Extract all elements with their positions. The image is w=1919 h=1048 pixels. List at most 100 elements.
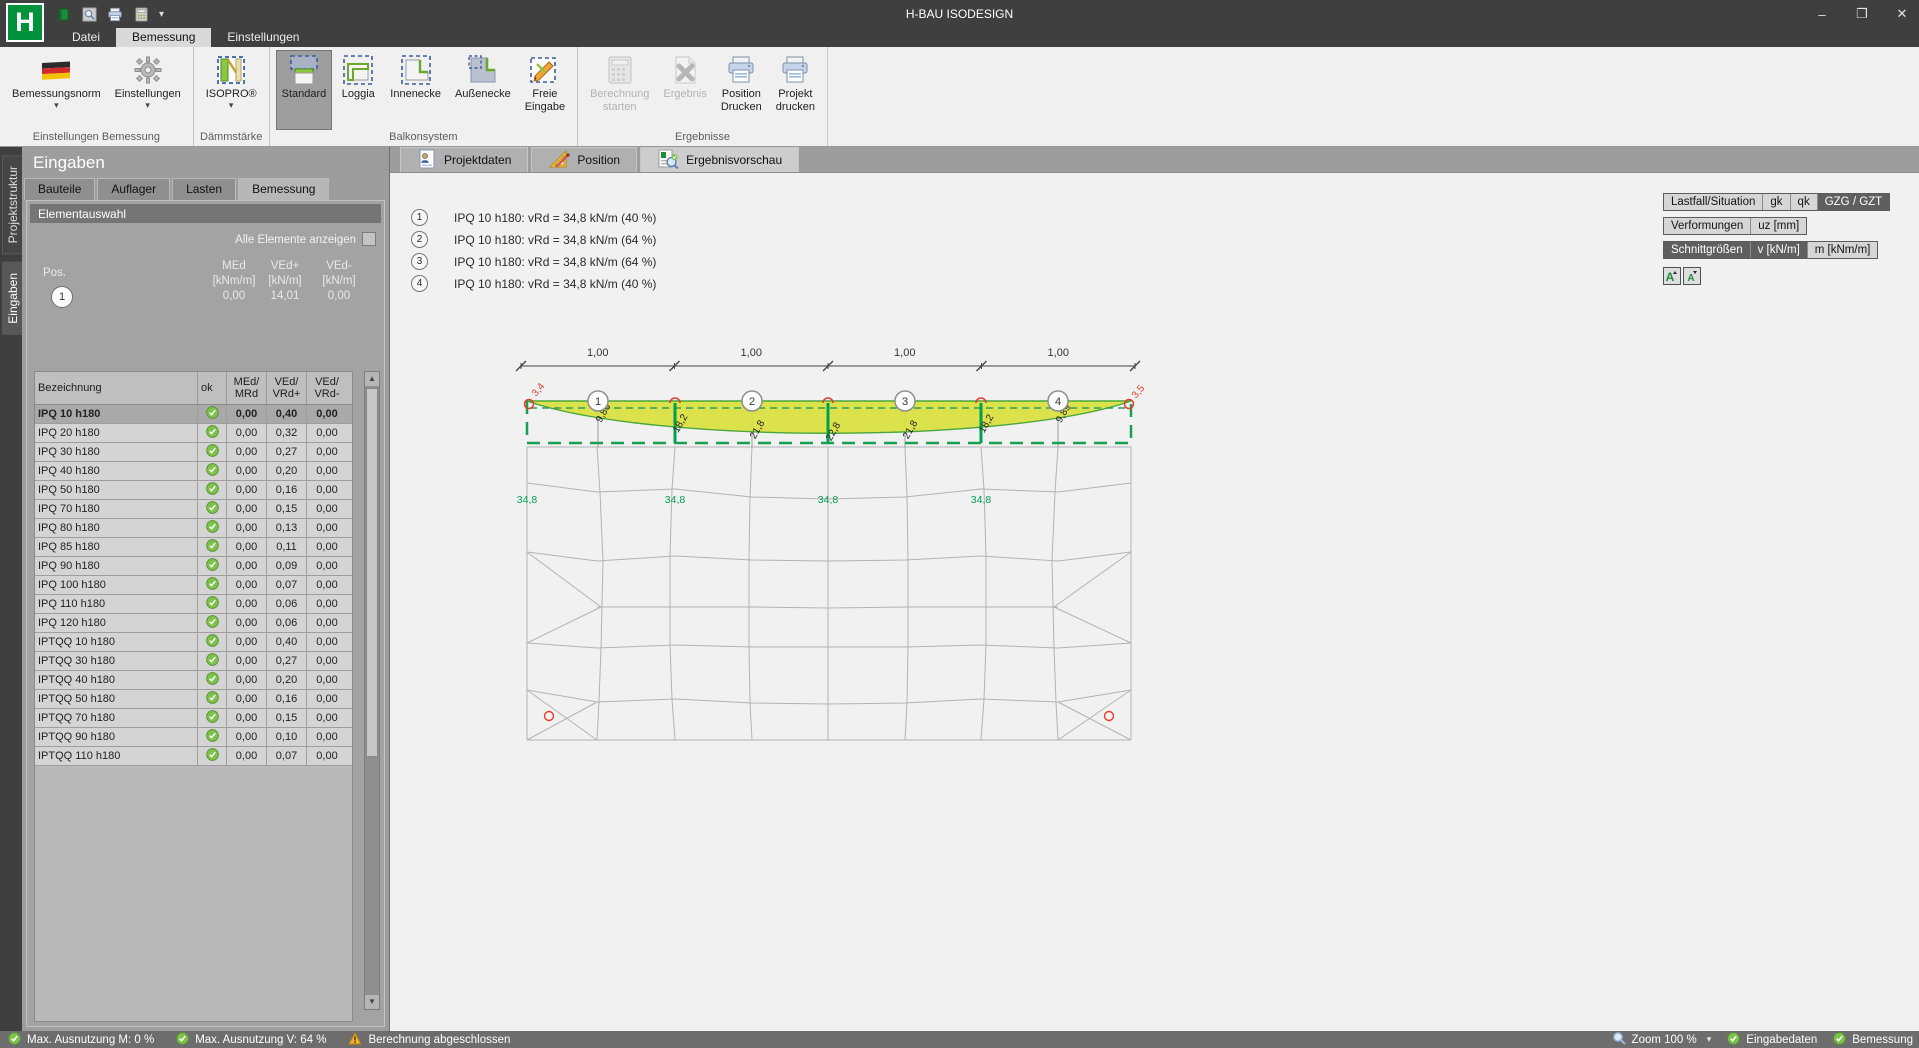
panel-title: Eingaben: [33, 153, 105, 173]
panel-tab-bemessung[interactable]: Bemessung: [238, 178, 329, 200]
cell-bezeichnung: IPQ 120 h180: [35, 614, 198, 632]
app-logo[interactable]: H: [6, 3, 44, 42]
status-dropdown-icon[interactable]: ▾: [1707, 1034, 1712, 1045]
panel-tab-auflager[interactable]: Auflager: [97, 178, 170, 200]
panel-tab-bauteile[interactable]: Bauteile: [24, 178, 95, 200]
panel-tab-lasten[interactable]: Lasten: [172, 178, 236, 200]
minimize-button[interactable]: –: [1815, 7, 1829, 22]
table-row[interactable]: IPQ 85 h1800,000,110,00: [35, 538, 352, 557]
check-icon: [206, 691, 219, 707]
result-text: IPQ 10 h180: vRd = 34,8 kN/m (40 %): [454, 211, 656, 225]
table-row[interactable]: IPQ 40 h1800,000,200,00: [35, 462, 352, 481]
table-row[interactable]: IPQ 30 h1800,000,270,00: [35, 443, 352, 462]
svg-text:9,86: 9,86: [594, 402, 613, 425]
cell-bezeichnung: IPTQQ 40 h180: [35, 671, 198, 689]
window-title: H-BAU ISODESIGN: [0, 7, 1919, 21]
close-button[interactable]: ✕: [1895, 6, 1909, 22]
status-text: Max. Ausnutzung V: 64 %: [195, 1034, 326, 1046]
table-scrollbar[interactable]: ▲ ▼: [364, 371, 380, 1010]
check-icon: [206, 710, 219, 726]
cell-ved-vrdminus: 0,00: [307, 462, 347, 480]
ribbon-button-isopro®[interactable]: ISOPRO®▾: [200, 50, 263, 130]
side-tab-eingaben[interactable]: Eingaben: [2, 262, 24, 335]
restore-button[interactable]: ❐: [1855, 6, 1869, 22]
scroll-down-icon[interactable]: ▼: [365, 995, 379, 1009]
dropdown-caret-icon: ▾: [229, 101, 234, 109]
ribbon-button-projekt-drucken[interactable]: Projektdrucken: [770, 50, 821, 130]
table-row[interactable]: IPQ 110 h1800,000,060,00: [35, 595, 352, 614]
cell-ved-vrdplus: 0,09: [267, 557, 307, 575]
ribbon-button-au-enecke[interactable]: Außenecke: [449, 50, 517, 130]
table-row[interactable]: IPQ 80 h1800,000,130,00: [35, 519, 352, 538]
cell-ok: [198, 690, 227, 708]
result-list-item[interactable]: 3IPQ 10 h180: vRd = 34,8 kN/m (64 %): [411, 253, 656, 270]
view-option-uz-mm-[interactable]: uz [mm]: [1751, 218, 1806, 234]
table-row[interactable]: IPQ 10 h1800,000,400,00: [35, 405, 352, 424]
table-row[interactable]: IPQ 70 h1800,000,150,00: [35, 500, 352, 519]
doc-tab-position[interactable]: Position: [531, 147, 637, 172]
ribbon-tab-datei[interactable]: Datei: [56, 28, 116, 47]
ribbon-button-innenecke[interactable]: Innenecke: [384, 50, 447, 130]
ribbon-button-standard[interactable]: Standard: [276, 50, 333, 130]
table-row[interactable]: IPQ 50 h1800,000,160,00: [35, 481, 352, 500]
cell-ved-vrdplus: 0,06: [267, 614, 307, 632]
pos-column-ved-: VEd-[kN/m]0,00: [304, 259, 374, 304]
status-item: Max. Ausnutzung V: 64 %: [176, 1032, 326, 1048]
check-icon: [206, 615, 219, 631]
cell-med-mrd: 0,00: [227, 709, 267, 727]
column-header: MEd/MRd: [227, 372, 267, 404]
table-row[interactable]: IPQ 100 h1800,000,070,00: [35, 576, 352, 595]
font-decrease-button[interactable]: A: [1683, 267, 1701, 285]
cell-med-mrd: 0,00: [227, 671, 267, 689]
table-row[interactable]: IPTQQ 90 h1800,000,100,00: [35, 728, 352, 747]
result-list-item[interactable]: 2IPQ 10 h180: vRd = 34,8 kN/m (64 %): [411, 231, 656, 248]
svg-text:9,89: 9,89: [1054, 402, 1073, 425]
table-row[interactable]: IPTQQ 70 h1800,000,150,00: [35, 709, 352, 728]
cell-ok: [198, 671, 227, 689]
scroll-up-icon[interactable]: ▲: [365, 372, 379, 386]
check-icon: [8, 1032, 21, 1048]
ribbon-button-freie-eingabe[interactable]: FreieEingabe: [519, 50, 571, 130]
view-option-qk[interactable]: qk: [1791, 194, 1818, 210]
scroll-thumb[interactable]: [366, 388, 378, 757]
table-row[interactable]: IPQ 20 h1800,000,320,00: [35, 424, 352, 443]
check-icon: [1727, 1032, 1740, 1048]
view-option-m-knm-m-[interactable]: m [kNm/m]: [1808, 242, 1878, 258]
ribbon-tab-einstellungen[interactable]: Einstellungen: [211, 28, 315, 47]
side-tab-projektstruktur[interactable]: Projektstruktur: [2, 155, 24, 254]
show-all-checkbox[interactable]: [362, 232, 376, 246]
cell-bezeichnung: IPQ 30 h180: [35, 443, 198, 461]
table-row[interactable]: IPTQQ 50 h1800,000,160,00: [35, 690, 352, 709]
check-icon: [176, 1032, 189, 1048]
ribbon-button-bemessungsnorm[interactable]: Bemessungsnorm▾: [6, 50, 107, 130]
ribbon-button-loggia[interactable]: Loggia: [334, 50, 382, 130]
table-row[interactable]: IPQ 90 h1800,000,090,00: [35, 557, 352, 576]
result-list-item[interactable]: 1IPQ 10 h180: vRd = 34,8 kN/m (40 %): [411, 209, 656, 226]
ribbon-button-position-drucken[interactable]: PositionDrucken: [715, 50, 768, 130]
position-number-badge[interactable]: 1: [51, 286, 73, 308]
doc-tab-projektdaten[interactable]: Projektdaten: [400, 147, 528, 172]
ribbon-tab-bemessung[interactable]: Bemessung: [116, 28, 211, 47]
result-text: IPQ 10 h180: vRd = 34,8 kN/m (64 %): [454, 233, 656, 247]
table-row[interactable]: IPTQQ 40 h1800,000,200,00: [35, 671, 352, 690]
cell-ved-vrdplus: 0,15: [267, 500, 307, 518]
view-option-gzg-gzt[interactable]: GZG / GZT: [1818, 194, 1890, 210]
ribbon-button-einstellungen[interactable]: Einstellungen▾: [109, 50, 187, 130]
cell-ved-vrdplus: 0,16: [267, 481, 307, 499]
cell-ok: [198, 633, 227, 651]
cell-ved-vrdminus: 0,00: [307, 595, 347, 613]
cell-ok: [198, 538, 227, 556]
view-control-row: Verformungenuz [mm]: [1663, 217, 1807, 235]
cell-ved-vrdminus: 0,00: [307, 728, 347, 746]
table-row[interactable]: IPTQQ 10 h1800,000,400,00: [35, 633, 352, 652]
result-list-item[interactable]: 4IPQ 10 h180: vRd = 34,8 kN/m (40 %): [411, 275, 656, 292]
doc-tab-ergebnisvorschau[interactable]: Ergebnisvorschau: [640, 147, 799, 172]
table-row[interactable]: IPTQQ 30 h1800,000,270,00: [35, 652, 352, 671]
table-row[interactable]: IPTQQ 110 h1800,000,070,00: [35, 747, 352, 766]
view-option-gk[interactable]: gk: [1763, 194, 1790, 210]
view-control-row: Schnittgrößenv [kN/m]m [kNm/m]: [1663, 241, 1878, 259]
check-icon: [206, 482, 219, 498]
font-increase-button[interactable]: A: [1663, 267, 1681, 285]
view-option-v-kn-m-[interactable]: v [kN/m]: [1751, 242, 1808, 258]
table-row[interactable]: IPQ 120 h1800,000,060,00: [35, 614, 352, 633]
